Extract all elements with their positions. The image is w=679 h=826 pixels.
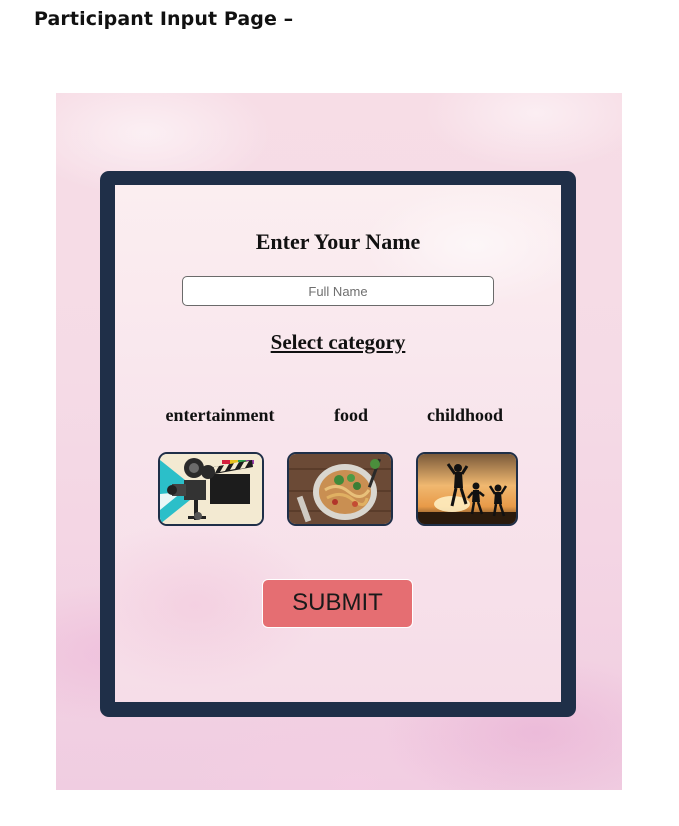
name-heading: Enter Your Name [255,229,421,254]
submit-button[interactable]: SUBMIT [262,579,413,628]
category-label-food: food [333,405,368,425]
form-frame: Enter Your Name Select category entertai… [100,171,576,717]
form-card: Enter Your Name Select category entertai… [115,185,561,702]
category-option-childhood[interactable] [416,452,518,526]
app-screenshot: Enter Your Name Select category entertai… [56,93,622,790]
film-camera-icon [160,454,262,524]
full-name-input[interactable] [182,276,494,306]
document-heading: Participant Input Page – [34,8,294,30]
category-label-entertainment: entertainment [165,405,275,425]
category-option-entertainment[interactable] [158,452,264,526]
children-sunset-icon [418,454,516,524]
category-option-food[interactable] [287,452,393,526]
food-bowl-icon [289,454,391,524]
category-label-childhood: childhood [426,405,504,425]
category-heading: Select category [270,330,406,354]
